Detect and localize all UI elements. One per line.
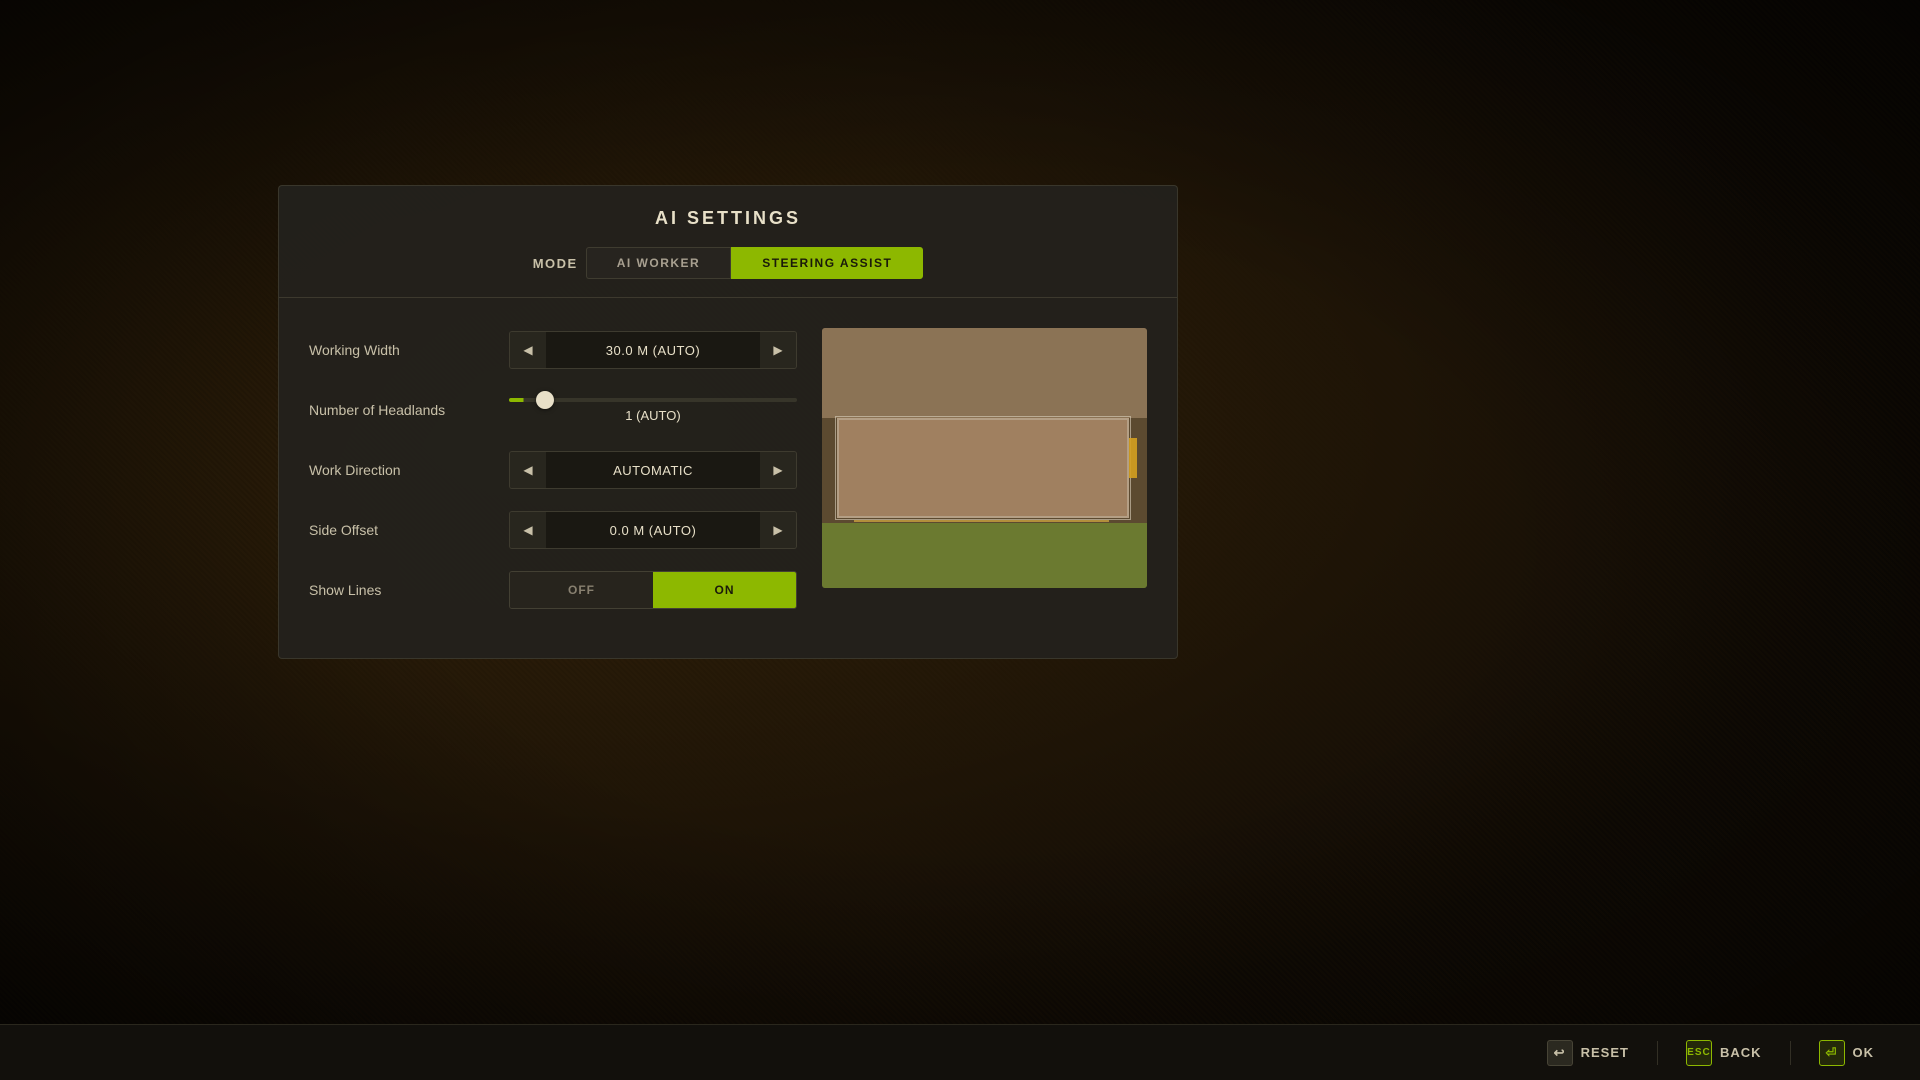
back-label: BACK (1720, 1045, 1762, 1060)
separator-2 (1790, 1041, 1791, 1065)
settings-body: Working Width ◀ 30.0 M (AUTO) ▶ Number o… (279, 318, 1177, 628)
ok-button[interactable]: ⏎ OK (1803, 1032, 1891, 1074)
field-top-area (822, 328, 1147, 418)
working-width-decrease[interactable]: ◀ (510, 331, 546, 369)
working-width-control: ◀ 30.0 M (AUTO) ▶ (509, 331, 797, 369)
work-direction-row: Work Direction ◀ AUTOMATIC ▶ (309, 448, 797, 492)
show-lines-toggle: OFF ON (509, 571, 797, 609)
ok-icon: ⏎ (1819, 1040, 1845, 1066)
working-width-value: 30.0 M (AUTO) (546, 343, 760, 358)
working-width-increase[interactable]: ▶ (760, 331, 796, 369)
side-offset-value: 0.0 M (AUTO) (546, 523, 760, 538)
work-direction-spinner: ◀ AUTOMATIC ▶ (509, 451, 797, 489)
show-lines-label: Show Lines (309, 582, 509, 598)
side-offset-spinner: ◀ 0.0 M (AUTO) ▶ (509, 511, 797, 549)
work-direction-label: Work Direction (309, 462, 509, 478)
reset-label: RESET (1581, 1045, 1629, 1060)
show-lines-off-button[interactable]: OFF (510, 572, 653, 608)
headlands-value: 1 (AUTO) (509, 408, 797, 423)
work-direction-control: ◀ AUTOMATIC ▶ (509, 451, 797, 489)
side-offset-decrease[interactable]: ◀ (510, 511, 546, 549)
esc-icon: ESC (1686, 1040, 1712, 1066)
side-offset-label: Side Offset (309, 522, 509, 538)
field-line-1 (854, 520, 1109, 522)
work-direction-decrease[interactable]: ◀ (510, 451, 546, 489)
working-width-spinner: ◀ 30.0 M (AUTO) ▶ (509, 331, 797, 369)
headlands-label: Number of Headlands (309, 402, 509, 418)
work-direction-value: AUTOMATIC (546, 463, 760, 478)
back-button[interactable]: ESC BACK (1670, 1032, 1778, 1074)
show-lines-row: Show Lines OFF ON (309, 568, 797, 612)
settings-left-panel: Working Width ◀ 30.0 M (AUTO) ▶ Number o… (309, 328, 797, 628)
field-preview-panel (822, 328, 1147, 588)
side-offset-row: Side Offset ◀ 0.0 M (AUTO) ▶ (309, 508, 797, 552)
reset-icon: ↩ (1547, 1040, 1573, 1066)
work-direction-increase[interactable]: ▶ (760, 451, 796, 489)
show-lines-on-button[interactable]: ON (653, 572, 796, 608)
tractor-position-indicator (1129, 438, 1137, 478)
separator-1 (1657, 1041, 1658, 1065)
tabs-container: MODE AI WORKER STEERING ASSIST (279, 247, 1177, 298)
headlands-slider-container: 1 (AUTO) (509, 394, 797, 427)
headlands-control: 1 (AUTO) (509, 394, 797, 427)
headlands-slider[interactable] (509, 398, 797, 402)
esc-label: ESC (1687, 1047, 1711, 1058)
bottom-bar: ↩ RESET ESC BACK ⏎ OK (0, 1024, 1920, 1080)
mode-tab-prefix: MODE (533, 256, 578, 271)
field-middle-area (837, 418, 1129, 518)
side-offset-control: ◀ 0.0 M (AUTO) ▶ (509, 511, 797, 549)
tab-ai-worker[interactable]: AI WORKER (586, 247, 732, 279)
headlands-row: Number of Headlands 1 (AUTO) (309, 388, 797, 432)
ai-settings-dialog: AI SETTINGS MODE AI WORKER STEERING ASSI… (278, 185, 1178, 659)
side-offset-increase[interactable]: ▶ (760, 511, 796, 549)
reset-button[interactable]: ↩ RESET (1531, 1032, 1645, 1074)
field-bottom-area (822, 523, 1147, 588)
working-width-label: Working Width (309, 342, 509, 358)
tab-steering-assist[interactable]: STEERING ASSIST (731, 247, 923, 279)
show-lines-control: OFF ON (509, 571, 797, 609)
working-width-row: Working Width ◀ 30.0 M (AUTO) ▶ (309, 328, 797, 372)
dialog-title: AI SETTINGS (279, 186, 1177, 247)
ok-label: OK (1853, 1045, 1875, 1060)
